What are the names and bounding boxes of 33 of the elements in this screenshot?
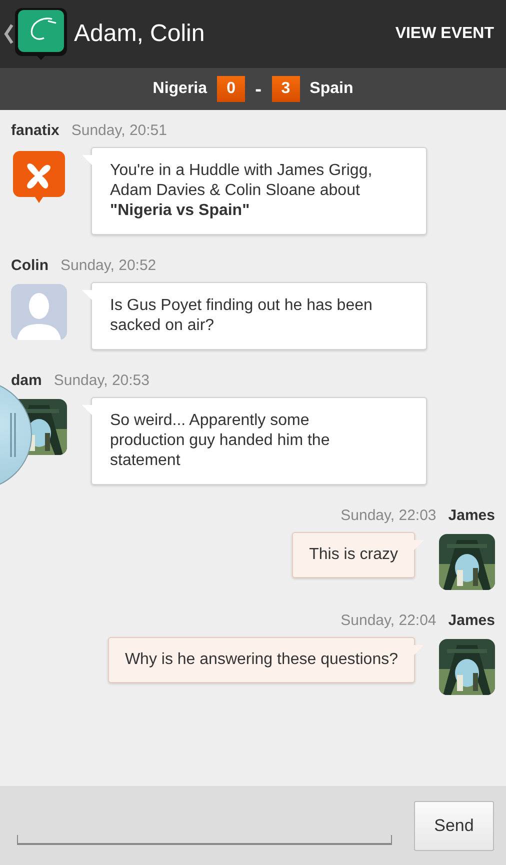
- message-input[interactable]: [17, 835, 392, 845]
- sender-name: fanatix: [11, 122, 60, 139]
- app-logo-icon[interactable]: [14, 7, 68, 61]
- message-time: Sunday, 20:53: [54, 372, 150, 389]
- sender-name: James: [448, 612, 495, 629]
- avatar-placeholder-icon: [11, 284, 67, 340]
- message-bubble: You're in a Huddle with James Grigg, Adam Davies & Colin Sloane about "Nigeria vs Spain": [91, 147, 427, 235]
- sender-name: Colin: [11, 257, 48, 274]
- message-time: Sunday, 20:51: [71, 122, 167, 139]
- bubble-tail-icon: [82, 155, 92, 165]
- bubble-tail-icon: [82, 290, 92, 300]
- sender-name: James: [448, 507, 495, 524]
- score-separator: -: [255, 80, 262, 98]
- bubble-tail-icon: [414, 645, 424, 655]
- home-team: Nigeria: [152, 80, 208, 98]
- away-team: Spain: [310, 80, 354, 98]
- view-event-button[interactable]: VIEW EVENT: [395, 21, 494, 47]
- chat-title: Adam, Colin: [74, 20, 206, 48]
- message-bubble: This is crazy: [292, 532, 415, 578]
- message-time: Sunday, 22:03: [340, 507, 436, 524]
- message-bubble: Why is he answering these questions?: [108, 637, 415, 683]
- message-bubble: So weird... Apparently some production guy handed him the statement: [91, 397, 427, 485]
- message-bubble: Is Gus Poyet finding out he has been sacked on air?: [91, 282, 427, 350]
- sender-name: dam: [11, 372, 42, 389]
- away-score: 3: [272, 76, 300, 102]
- bubble-tail-icon: [82, 405, 92, 415]
- send-button[interactable]: Send: [414, 800, 494, 850]
- message-time: Sunday, 20:52: [60, 257, 156, 274]
- message-time: Sunday, 22:04: [340, 612, 436, 629]
- back-icon[interactable]: [4, 23, 14, 45]
- home-score: 0: [217, 76, 246, 102]
- app-logo-icon: [11, 149, 67, 205]
- bubble-tail-icon: [414, 540, 424, 550]
